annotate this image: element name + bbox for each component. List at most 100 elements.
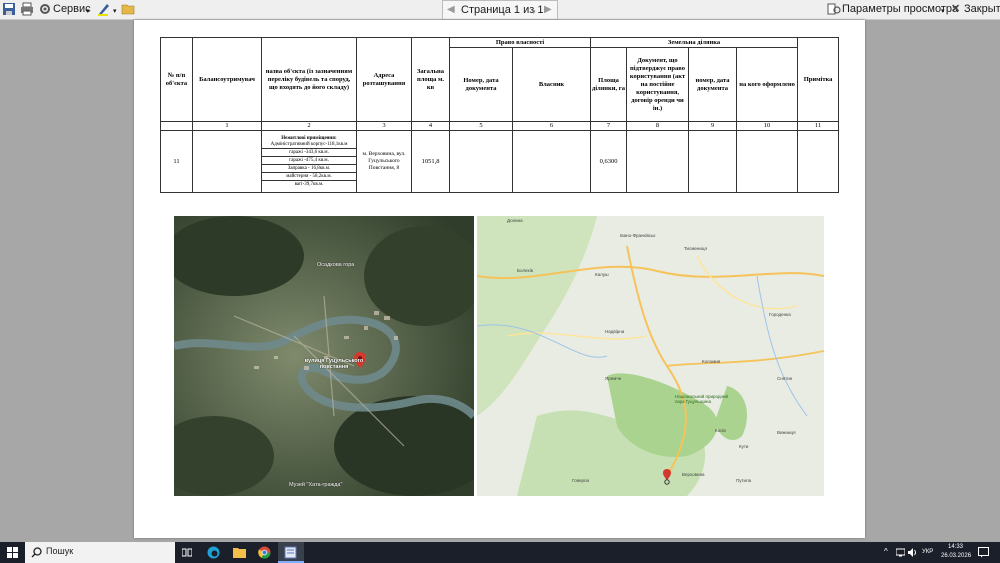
table-row: 11 Нежитлові приміщення: Адміністративни… (160, 130, 840, 193)
chevron-down-icon[interactable]: ▾ (86, 4, 90, 19)
page-navigation: ◀ Страница 1 из 1 ▾ ▶ (442, 0, 558, 20)
header-land-num-date: номер, дата документа (688, 47, 738, 122)
row-note (797, 130, 840, 193)
map-label: Снятин (777, 376, 793, 381)
col-number: 1 (192, 121, 262, 131)
map-label: Коломия (702, 359, 721, 364)
task-view-icon[interactable] (182, 548, 192, 557)
header-holder: Балансоутримувач (192, 37, 262, 122)
row-name-line: гаражі -475,4 кв.м. (262, 156, 356, 164)
close-icon[interactable]: ✕ (951, 2, 960, 17)
map-label: Калуш (595, 272, 609, 277)
satellite-image: Осадкова гора вулиця Гуцульського повста… (174, 216, 474, 496)
row-name-line: вагі-39,7кв.м. (262, 180, 356, 188)
document-viewer-icon (284, 546, 297, 559)
service-gear-icon[interactable] (38, 2, 52, 16)
volume-icon[interactable] (908, 548, 917, 557)
next-page-icon[interactable]: ▶ (544, 4, 552, 15)
museum-label: Музей "Хата-гражда" (289, 482, 343, 488)
edge-icon[interactable] (207, 546, 220, 559)
folder-icon[interactable] (121, 2, 135, 16)
row-land-area: 0,6300 (590, 130, 628, 193)
row-land-doc (626, 130, 690, 193)
road-map-picture (477, 216, 824, 496)
map-label: Долина (507, 218, 523, 223)
header-own-num-date: Номер, дата документа (449, 47, 513, 122)
map-label: Національний природний парк Гуцульщина (675, 394, 729, 404)
header-ownership: Право власності (448, 37, 592, 48)
map-label: Городенка (769, 312, 791, 317)
road-map-image: Івано-Франківськ Коломия Надвірна Косів … (477, 216, 824, 496)
taskbar-search-box[interactable]: Пошук (25, 542, 175, 563)
row-name: Нежитлові приміщення: Адміністративний к… (261, 130, 357, 193)
chrome-icon[interactable] (258, 546, 271, 559)
satellite-picture (174, 216, 474, 496)
header-land: Земельна ділянка (590, 37, 799, 48)
search-placeholder: Пошук (46, 546, 74, 556)
print-icon[interactable] (20, 2, 34, 16)
file-explorer-icon[interactable] (233, 547, 246, 558)
col-number: 9 (688, 121, 738, 131)
col-number: 6 (511, 121, 592, 131)
previous-page-icon[interactable]: ◀ (447, 4, 455, 15)
header-owner: Власник (511, 47, 592, 122)
language-indicator[interactable]: УКР (922, 549, 933, 555)
header-land-doc: Документ, що підтверджує право користува… (626, 47, 690, 122)
map-label: Говерла (572, 478, 589, 483)
map-label: Верховина (682, 472, 705, 477)
row-own-num-date (449, 130, 513, 193)
row-address: м. Верховина, вул. Гуцульського Повстанн… (356, 130, 412, 193)
chevron-down-icon[interactable]: ▾ (941, 4, 945, 19)
row-name-line: майстерня - 58,2кв.м. (262, 172, 356, 180)
map-label: Тисмениця (684, 246, 707, 251)
row-land-num-date (688, 130, 738, 193)
print-preview-toolbar: Сервис ▾ ▾ ◀ Страница 1 из 1 ▾ ▶ Парамет… (0, 0, 1000, 20)
col-number: 11 (797, 121, 840, 131)
map-label: Косів (715, 428, 726, 433)
view-params-icon[interactable] (827, 2, 841, 16)
header-address: Адреса розташування (356, 37, 412, 122)
clock-date[interactable]: 26.03.2026 (941, 553, 971, 559)
hill-label: Осадкова гора (317, 262, 355, 268)
chevron-up-icon[interactable]: ^ (884, 547, 888, 556)
search-icon (31, 547, 42, 558)
save-icon[interactable] (2, 2, 16, 16)
document-page: № п/п об'єкта Балансоутримувач назва об'… (134, 20, 865, 538)
map-label: Івано-Франківськ (620, 233, 656, 238)
map-label: Яремче (605, 376, 622, 381)
col-number: 3 (356, 121, 412, 131)
network-icon[interactable] (896, 548, 905, 557)
row-holder (192, 130, 262, 193)
header-land-whom: на кого оформлено (736, 47, 799, 122)
close-button[interactable]: Закрыть (964, 2, 1000, 17)
col-number: 5 (449, 121, 513, 131)
col-number: 2 (261, 121, 357, 131)
col-number: 8 (626, 121, 690, 131)
header-land-area: Площа ділянки, га (590, 47, 628, 122)
chevron-down-icon[interactable]: ▾ (532, 5, 536, 20)
windows-start-icon[interactable] (7, 547, 18, 558)
notifications-icon[interactable] (978, 547, 989, 558)
property-table: № п/п об'єкта Балансоутримувач назва об'… (160, 37, 840, 193)
header-name: назва об'єкта (із зазначенням переліку б… (261, 37, 357, 122)
row-owner (511, 130, 592, 193)
windows-taskbar: Пошук ^ УКР 14:33 26.03.2026 (0, 542, 1000, 563)
map-label: Болехів (517, 268, 534, 273)
row-name-line: Заправка - 16,8кв.м. (262, 164, 356, 172)
col-number: 4 (411, 121, 450, 131)
col-number: 10 (736, 121, 799, 131)
pen-icon[interactable] (97, 2, 111, 16)
col-number (160, 121, 193, 131)
active-app-highlight[interactable] (278, 542, 304, 563)
row-land-whom (736, 130, 799, 193)
row-area: 1051,8 (411, 130, 450, 193)
column-numbers-row: 1 2 3 4 5 6 7 8 9 10 11 (160, 121, 840, 131)
header-area: Загальна площа м. кв (411, 37, 450, 122)
map-label: Вижниця (777, 430, 796, 435)
header-note: Примітка (797, 37, 840, 122)
clock-time[interactable]: 14:33 (948, 544, 963, 550)
header-num: № п/п об'єкта (160, 37, 193, 122)
row-name-line: гаражі -343,6 кв.м. (262, 148, 356, 156)
chevron-down-icon[interactable]: ▾ (113, 4, 117, 19)
row-num: 11 (160, 130, 193, 193)
